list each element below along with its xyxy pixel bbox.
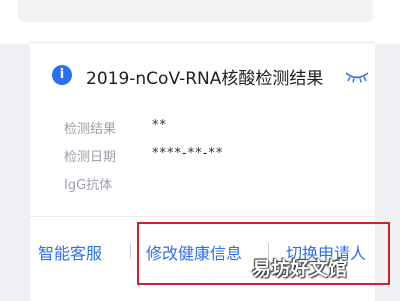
watermark: 易坊好文馆: [252, 258, 348, 280]
igg-antibody-label: IgG抗体: [64, 178, 113, 193]
top-card: [0, 0, 400, 44]
customer-service-button[interactable]: 智能客服: [38, 240, 102, 264]
test-result-label: 检测结果: [64, 122, 117, 137]
result-card-title: 2019-nCoV-RNA核酸检测结果: [86, 69, 324, 89]
test-date-label: 检测日期: [64, 150, 117, 165]
info-icon: i: [52, 65, 72, 85]
test-date-value: ****-**-**: [152, 146, 224, 161]
eye-closed-icon[interactable]: [344, 70, 370, 84]
top-gray-panel: [18, 0, 373, 22]
divider: [30, 216, 375, 217]
test-result-value: **: [152, 118, 167, 133]
action-separator: [130, 243, 131, 259]
